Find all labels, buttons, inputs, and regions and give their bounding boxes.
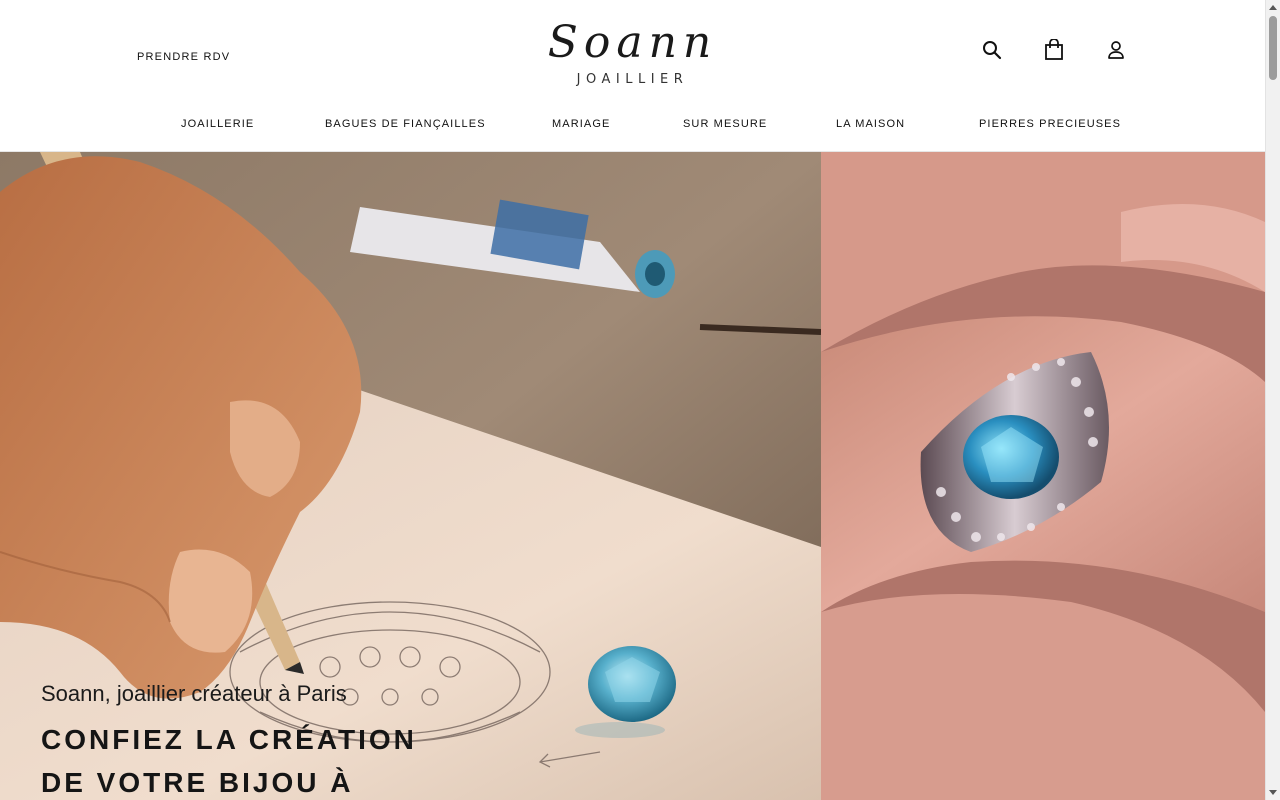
nav-item-bagues-de-fiancailles[interactable]: BAGUES DE FIANÇAILLES [325, 118, 486, 130]
nav-item-joaillerie[interactable]: JOAILLERIE [181, 118, 254, 130]
shopping-bag-icon[interactable] [1042, 38, 1066, 62]
hero-image-sketching: Soann, joaillier créateur à Paris CONFIE… [0, 152, 821, 800]
user-icon[interactable] [1104, 38, 1128, 62]
main-nav: JOAILLERIE BAGUES DE FIANÇAILLES MARIAGE… [0, 118, 1265, 136]
hero-image-ring [821, 152, 1265, 800]
hero-subtitle: Soann, joaillier créateur à Paris [41, 681, 347, 706]
logo-subtitle: JOAILLIER [576, 72, 689, 87]
page-scrollbar[interactable] [1265, 0, 1280, 800]
hero-title-line-2: DE VOTRE BIJOU À [41, 767, 354, 798]
nav-item-la-maison[interactable]: LA MAISON [836, 118, 905, 130]
nav-item-mariage[interactable]: MARIAGE [552, 118, 610, 130]
site-header: PRENDRE RDV Soann JOAILLIER JOAILLERIE B… [0, 0, 1265, 152]
nav-item-pierres-precieuses[interactable]: PIERRES PRECIEUSES [979, 118, 1121, 130]
logo-wordmark: Soann [547, 17, 718, 68]
scrollbar-thumb[interactable] [1269, 16, 1277, 80]
nav-item-sur-mesure[interactable]: SUR MESURE [683, 118, 767, 130]
hero-banner: Soann, joaillier créateur à Paris CONFIE… [0, 152, 1265, 800]
scroll-down-arrow-icon[interactable] [1269, 790, 1277, 795]
book-appointment-link[interactable]: PRENDRE RDV [137, 51, 230, 63]
hero-title: CONFIEZ LA CRÉATION DE VOTRE BIJOU À [41, 718, 501, 800]
search-icon[interactable] [980, 38, 1004, 62]
brand-logo[interactable]: Soann JOAILLIER [520, 20, 745, 92]
scroll-up-arrow-icon[interactable] [1269, 5, 1277, 10]
hero-title-line-1: CONFIEZ LA CRÉATION [41, 724, 417, 755]
